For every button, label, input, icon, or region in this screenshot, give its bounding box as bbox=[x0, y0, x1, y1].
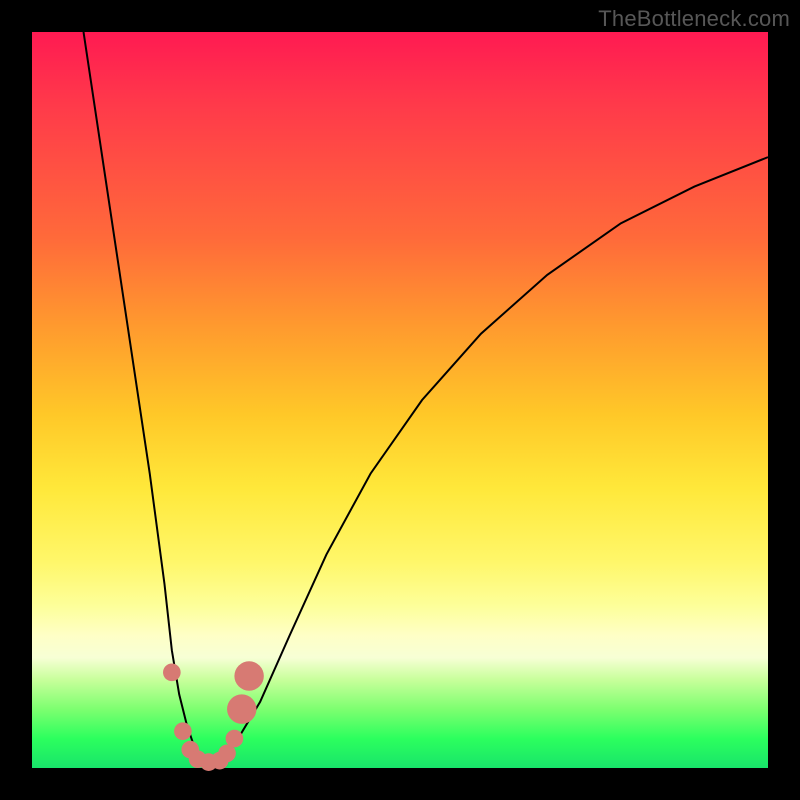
bottleneck-curve bbox=[84, 32, 768, 768]
chart-svg bbox=[32, 32, 768, 768]
curve-markers bbox=[163, 661, 264, 771]
curve-marker bbox=[226, 730, 244, 748]
curve-marker bbox=[163, 663, 181, 681]
curve-marker bbox=[227, 694, 256, 723]
curve-marker bbox=[234, 661, 263, 690]
outer-frame: TheBottleneck.com bbox=[0, 0, 800, 800]
plot-area bbox=[32, 32, 768, 768]
watermark-text: TheBottleneck.com bbox=[598, 6, 790, 32]
curve-marker bbox=[174, 722, 192, 740]
